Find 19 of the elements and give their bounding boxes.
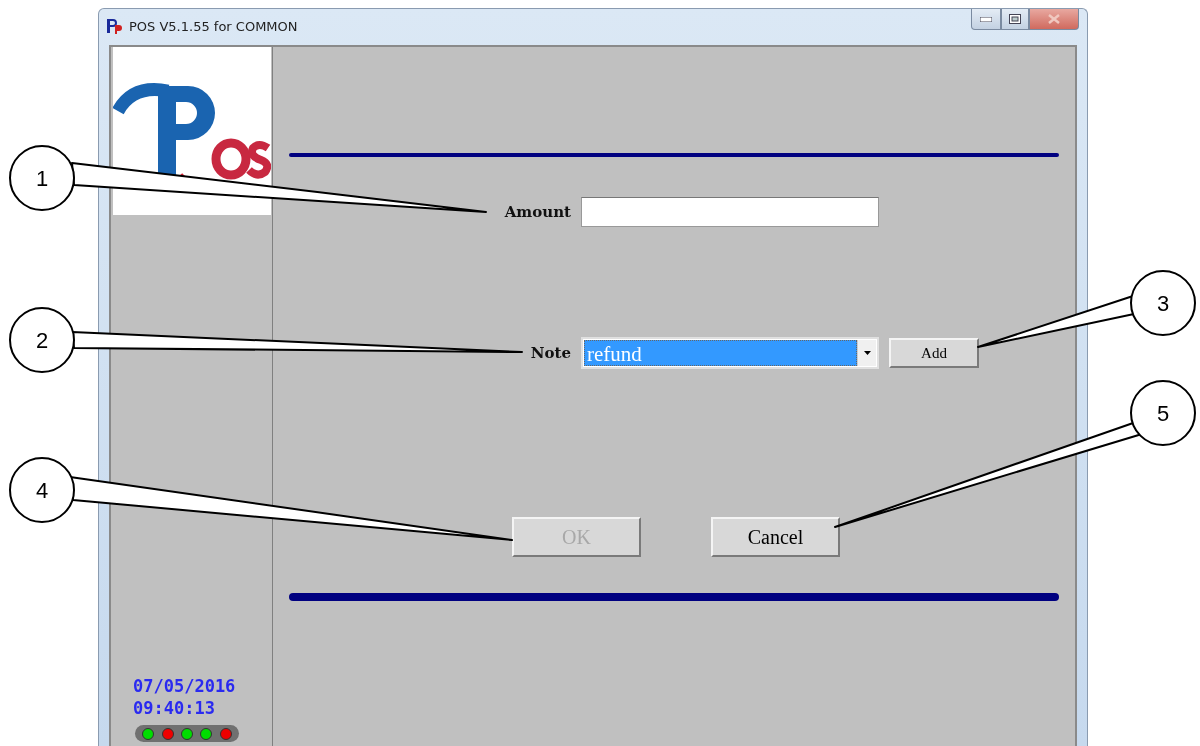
callout-number: 1 bbox=[9, 145, 75, 211]
add-button[interactable]: Add bbox=[889, 338, 979, 368]
cancel-button[interactable]: Cancel bbox=[711, 517, 840, 557]
callout-number: 4 bbox=[9, 457, 75, 523]
note-label: Note bbox=[530, 344, 571, 362]
dropdown-arrow-icon bbox=[863, 351, 871, 355]
time-text: 09:40:13 bbox=[132, 697, 216, 719]
maximize-icon bbox=[1009, 14, 1021, 24]
minimize-icon bbox=[980, 16, 992, 22]
callout-number: 5 bbox=[1130, 380, 1196, 446]
date-text: 07/05/2016 bbox=[132, 675, 237, 697]
app-icon bbox=[105, 18, 123, 34]
amount-field[interactable] bbox=[581, 197, 879, 227]
amount-label: Amount bbox=[504, 203, 571, 221]
window-title: POS V5.1.55 for COMMON bbox=[129, 18, 299, 34]
callout-number: 2 bbox=[9, 307, 75, 373]
close-icon bbox=[1048, 14, 1060, 24]
maximize-button[interactable] bbox=[1001, 9, 1029, 30]
callout-number: 3 bbox=[1130, 270, 1196, 336]
